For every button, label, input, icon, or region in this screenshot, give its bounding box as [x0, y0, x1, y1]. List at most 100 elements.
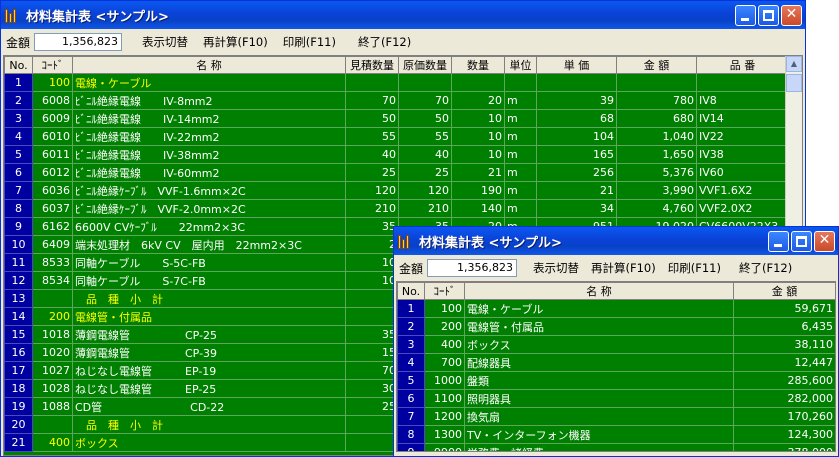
- cell-q2[interactable]: 70: [398, 91, 452, 110]
- cell-code[interactable]: 6409: [32, 235, 73, 254]
- cell-part[interactable]: VVF1.6X2: [696, 181, 789, 200]
- cell-no[interactable]: 4: [397, 353, 425, 372]
- cell-name[interactable]: 電線・ケーブル: [464, 299, 734, 318]
- cell-code[interactable]: 1100: [424, 389, 465, 408]
- column-header[interactable]: 金 額: [616, 56, 697, 74]
- cell-no[interactable]: 5: [397, 371, 425, 390]
- cell-price[interactable]: 34: [536, 199, 617, 218]
- cell-name[interactable]: ﾋﾞﾆﾙ絶縁電線 IV-14mm2: [72, 109, 346, 128]
- cell-no[interactable]: 18: [4, 379, 33, 398]
- cell-no[interactable]: 5: [4, 145, 33, 164]
- cell-code[interactable]: 1000: [424, 371, 465, 390]
- maximize-button[interactable]: [758, 5, 779, 26]
- cell-amount[interactable]: 4,760: [616, 199, 697, 218]
- table-row[interactable]: 2 6008 ﾋﾞﾆﾙ絶縁電線 IV-8mm2 70 70 20 m 39 780 IV8: [4, 91, 789, 110]
- cell-part[interactable]: [696, 73, 789, 92]
- cell-q1[interactable]: 35: [345, 325, 399, 344]
- cell-amount[interactable]: 12,447: [733, 353, 835, 372]
- main-titlebar[interactable]: 材料集計表 <サンプル> ✕: [1, 1, 805, 29]
- cell-amount[interactable]: 6,435: [733, 317, 835, 336]
- cell-q1[interactable]: 2: [345, 235, 399, 254]
- cell-part[interactable]: IV8: [696, 91, 789, 110]
- cell-code[interactable]: 6012: [32, 163, 73, 182]
- cell-name[interactable]: 労務費・諸経費: [464, 443, 734, 451]
- cell-unit[interactable]: m: [504, 181, 537, 200]
- column-header[interactable]: 見積数量: [345, 56, 399, 74]
- cell-no[interactable]: 17: [4, 361, 33, 380]
- cell-no[interactable]: 2: [4, 91, 33, 110]
- maximize-button[interactable]: [791, 231, 812, 252]
- cell-part[interactable]: VVF2.0X2: [696, 199, 789, 218]
- cell-q3[interactable]: 21: [451, 163, 505, 182]
- column-header[interactable]: ｺｰﾄﾞ: [32, 56, 73, 74]
- cell-q3[interactable]: 20: [451, 91, 505, 110]
- column-header[interactable]: 単位: [504, 56, 537, 74]
- cell-q1[interactable]: 10: [345, 271, 399, 290]
- cell-code[interactable]: 9900: [424, 443, 465, 451]
- exit-button[interactable]: 終了(F12): [739, 260, 792, 276]
- cell-code[interactable]: 6036: [32, 181, 73, 200]
- cell-code[interactable]: 6009: [32, 109, 73, 128]
- table-row[interactable]: 7 6036 ﾋﾞﾆﾙ絶縁ｹｰﾌﾞﾙ VVF-1.6mm×2C 120 120 190 m 2…: [4, 181, 789, 200]
- cell-no[interactable]: 8: [4, 199, 33, 218]
- column-header[interactable]: 名 称: [72, 56, 346, 74]
- cell-name[interactable]: 品 種 小 計: [72, 289, 346, 308]
- close-button[interactable]: ✕: [814, 231, 835, 252]
- cell-code[interactable]: 100: [424, 299, 465, 318]
- cell-name[interactable]: 電線管・付属品: [464, 317, 734, 336]
- cell-code[interactable]: 200: [32, 307, 73, 326]
- cell-no[interactable]: 8: [397, 425, 425, 444]
- cell-name[interactable]: 換気扇: [464, 407, 734, 426]
- cell-q3[interactable]: 140: [451, 199, 505, 218]
- cell-amount[interactable]: 1,040: [616, 127, 697, 146]
- cell-amount[interactable]: 3,990: [616, 181, 697, 200]
- cell-no[interactable]: 21: [4, 433, 33, 452]
- cell-amount[interactable]: 282,000: [733, 389, 835, 408]
- summary-titlebar[interactable]: 材料集計表 <サンプル> ✕: [394, 227, 838, 255]
- scroll-up-icon[interactable]: ▲: [786, 56, 802, 72]
- minimize-button[interactable]: [735, 5, 756, 26]
- table-row[interactable]: 8 6037 ﾋﾞﾆﾙ絶縁ｹｰﾌﾞﾙ VVF-2.0mm×2C 210 210 140 m 3…: [4, 199, 789, 218]
- cell-unit[interactable]: m: [504, 109, 537, 128]
- cell-no[interactable]: 16: [4, 343, 33, 362]
- cell-q3[interactable]: 10: [451, 145, 505, 164]
- cell-name[interactable]: 同軸ケーブル S-7C-FB: [72, 271, 346, 290]
- cell-q1[interactable]: 30: [345, 379, 399, 398]
- cell-code[interactable]: 6011: [32, 145, 73, 164]
- cell-q1[interactable]: 25: [345, 163, 399, 182]
- cell-code[interactable]: 6037: [32, 199, 73, 218]
- cell-amount[interactable]: 170,260: [733, 407, 835, 426]
- cell-code[interactable]: 1200: [424, 407, 465, 426]
- table-row[interactable]: 7 1200 換気扇 170,260: [397, 407, 835, 426]
- column-header[interactable]: 単 価: [536, 56, 617, 74]
- table-row[interactable]: 1 100 電線・ケーブル: [4, 73, 789, 92]
- cell-no[interactable]: 7: [4, 181, 33, 200]
- cell-no[interactable]: 1: [4, 73, 33, 92]
- cell-q2[interactable]: 210: [398, 199, 452, 218]
- cell-code[interactable]: 100: [32, 73, 73, 92]
- cell-amount[interactable]: 780: [616, 91, 697, 110]
- cell-name[interactable]: ねじなし電線管 EP-19: [72, 361, 346, 380]
- cell-q1[interactable]: [345, 433, 399, 452]
- cell-unit[interactable]: [504, 73, 537, 92]
- cell-code[interactable]: 1020: [32, 343, 73, 362]
- cell-amount[interactable]: 5,376: [616, 163, 697, 182]
- cell-unit[interactable]: m: [504, 163, 537, 182]
- cell-amount[interactable]: 378,000: [733, 443, 835, 451]
- cell-no[interactable]: 3: [4, 109, 33, 128]
- cell-code[interactable]: 6010: [32, 127, 73, 146]
- cell-code[interactable]: 6008: [32, 91, 73, 110]
- cell-price[interactable]: 256: [536, 163, 617, 182]
- cell-name[interactable]: ﾋﾞﾆﾙ絶縁ｹｰﾌﾞﾙ VVF-1.6mm×2C: [72, 181, 346, 200]
- cell-code[interactable]: [32, 289, 73, 308]
- cell-name[interactable]: 薄鋼電線管 CP-25: [72, 325, 346, 344]
- cell-no[interactable]: 10: [4, 235, 33, 254]
- table-row[interactable]: 3 400 ボックス 38,110: [397, 335, 835, 354]
- cell-q1[interactable]: 55: [345, 127, 399, 146]
- table-row[interactable]: 4 6010 ﾋﾞﾆﾙ絶縁電線 IV-22mm2 55 55 10 m 104 1,040 IV2…: [4, 127, 789, 146]
- cell-name[interactable]: 同軸ケーブル S-5C-FB: [72, 253, 346, 272]
- cell-q1[interactable]: 40: [345, 145, 399, 164]
- column-header[interactable]: 名 称: [464, 282, 734, 300]
- cell-q1[interactable]: 70: [345, 91, 399, 110]
- cell-amount[interactable]: 1,650: [616, 145, 697, 164]
